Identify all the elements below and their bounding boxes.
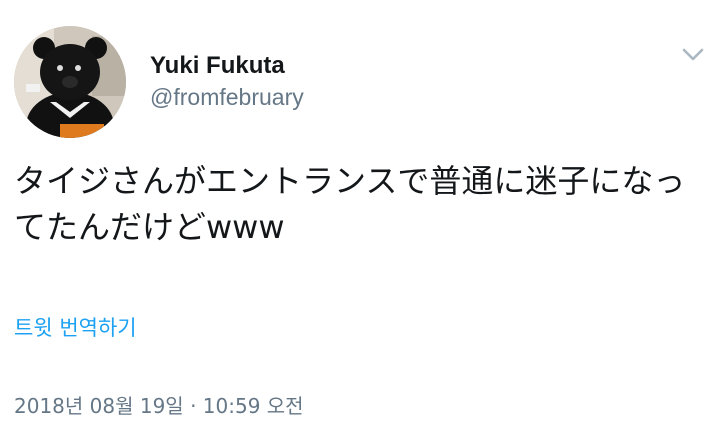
translate-tweet-link[interactable]: 트윗 번역하기 (14, 312, 137, 342)
bear-mascot-avatar (14, 26, 126, 138)
tweet-timestamp[interactable]: 2018년 08월 19일 · 10:59 오전 (14, 390, 304, 419)
tweet-card: Yuki Fukuta @fromfebruary タイジさんがエントランスで普… (0, 0, 720, 424)
user-handle[interactable]: @fromfebruary (150, 84, 304, 111)
tweet-text: タイジさんがエントランスで普通に迷子になってたんだけどwww (14, 162, 686, 246)
avatar[interactable] (14, 26, 126, 138)
display-name[interactable]: Yuki Fukuta (150, 52, 285, 80)
chevron-down-icon[interactable] (680, 42, 706, 68)
